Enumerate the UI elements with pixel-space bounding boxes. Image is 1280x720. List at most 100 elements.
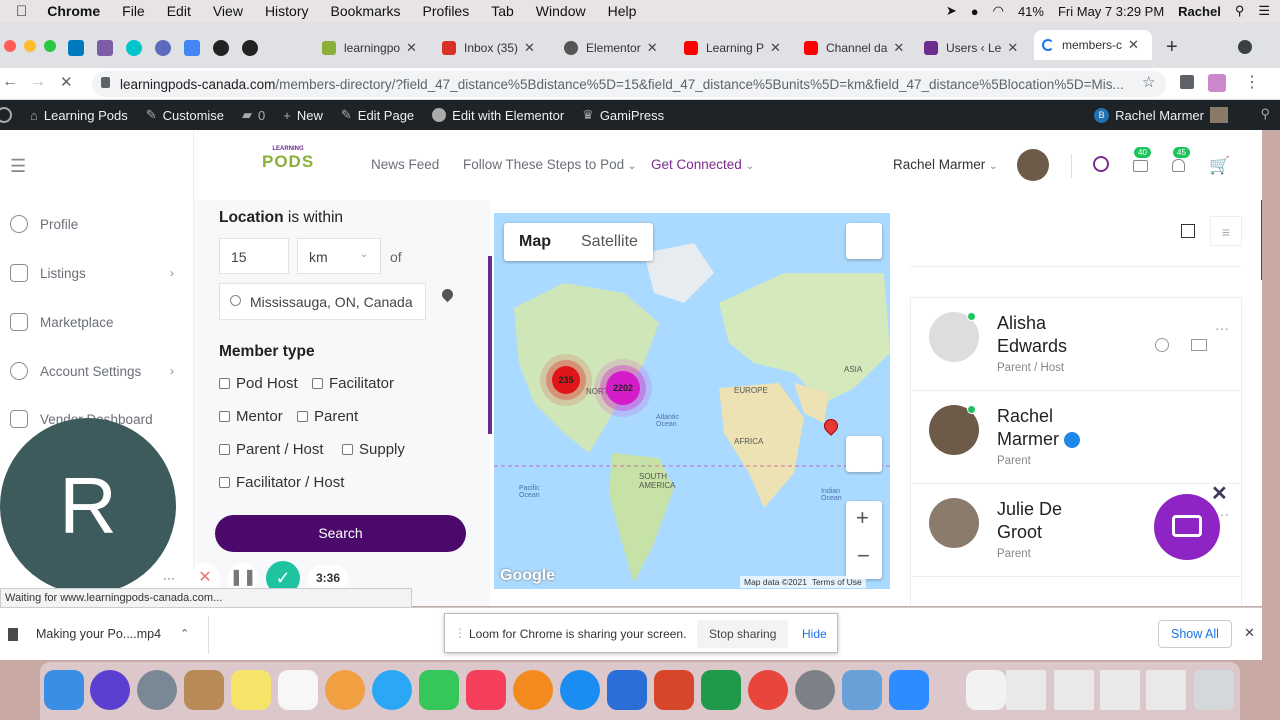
clock[interactable]: Fri May 7 3:29 PM (1058, 4, 1164, 19)
menu-app-name[interactable]: Chrome (47, 3, 100, 19)
street-view-pegman-icon[interactable] (846, 436, 882, 472)
checkbox-box[interactable] (312, 378, 323, 389)
back-arrow-icon[interactable]: ← (2, 73, 18, 91)
chrome-icon[interactable] (748, 670, 788, 710)
new-tab-button[interactable]: + (1166, 36, 1178, 59)
members-map[interactable]: Map Satellite NORTH ASIA EUROPE AFRICA A… (494, 213, 890, 589)
checkbox-supply[interactable]: Supply (342, 441, 405, 458)
menu-edit[interactable]: Edit (167, 3, 191, 19)
reminders-icon[interactable] (278, 670, 318, 710)
checkbox-box[interactable] (219, 477, 230, 488)
google-logo[interactable]: Google (500, 567, 555, 585)
minimize-window-button[interactable] (24, 40, 36, 52)
site-logo[interactable]: LEARNING PODS (262, 146, 314, 186)
pinned-shield2-icon[interactable] (242, 40, 258, 56)
close-tab-icon[interactable]: ✕ (647, 40, 658, 56)
header-avatar[interactable] (1017, 149, 1049, 181)
location-icon[interactable]: ➤ (946, 3, 957, 19)
siri-icon[interactable] (90, 670, 130, 710)
word-window-icon[interactable] (1054, 670, 1094, 710)
tab-learningpods[interactable]: learningpo ✕ (322, 36, 430, 60)
member-name[interactable]: Rachel Marmer (997, 405, 1127, 451)
close-window-button[interactable] (4, 40, 16, 52)
member-avatar[interactable] (929, 498, 979, 548)
pinned-canva-icon[interactable] (126, 40, 142, 56)
word-window3-icon[interactable] (1146, 670, 1186, 710)
bookmark-star-icon[interactable]: ☆ (1142, 73, 1155, 91)
nav-get-connected[interactable]: Get Connected ⌄ (651, 157, 754, 172)
contacts-icon[interactable] (184, 670, 224, 710)
tab-youtube-learning[interactable]: Learning P ✕ (684, 36, 792, 60)
close-download-shelf-icon[interactable]: ✕ (1244, 625, 1255, 641)
notifications-icon[interactable] (1172, 159, 1185, 172)
chevron-up-icon[interactable]: ⌃ (180, 627, 189, 640)
zoom-in-button[interactable]: + (856, 505, 869, 531)
member-card[interactable] (910, 576, 1242, 606)
show-all-button[interactable]: Show All (1158, 620, 1232, 648)
checkbox-parent[interactable]: Parent (297, 408, 358, 425)
facetime-icon[interactable] (419, 670, 459, 710)
fullscreen-icon[interactable] (846, 223, 882, 259)
checkbox-box[interactable] (219, 444, 230, 455)
messages-app-icon[interactable] (372, 670, 412, 710)
stop-sharing-button[interactable]: Stop sharing (697, 620, 789, 648)
microphone-icon[interactable]: ● (971, 4, 979, 19)
hide-share-button[interactable]: Hide (802, 627, 827, 641)
extensions-puzzle-icon[interactable] (1180, 75, 1194, 89)
menu-profiles[interactable]: Profiles (423, 3, 470, 19)
nav-news-feed[interactable]: News Feed (371, 157, 439, 172)
map-tab-satellite[interactable]: Satellite (566, 223, 653, 261)
chrome-menu-icon[interactable]: ⋮ (1244, 72, 1260, 92)
geolocate-pin-icon[interactable] (439, 286, 456, 303)
close-tab-icon[interactable]: ✕ (1128, 37, 1139, 53)
wp-comments[interactable]: ▰ 0 (242, 107, 265, 123)
cart-icon[interactable]: 🛒 (1209, 156, 1230, 176)
checkbox-facilitator-host[interactable]: Facilitator / Host (219, 474, 344, 491)
zoom-icon[interactable] (889, 670, 929, 710)
wp-search-icon[interactable]: ⚲ (1260, 106, 1270, 122)
close-chat-icon[interactable]: ✕ (1211, 481, 1228, 506)
page-scrollbar[interactable] (1261, 200, 1262, 280)
control-center-icon[interactable]: ☰ (1258, 3, 1270, 19)
zoom-out-button[interactable]: − (857, 543, 870, 569)
checkbox-pod-host[interactable]: Pod Host (219, 375, 298, 392)
map-tab-map[interactable]: Map (504, 223, 566, 261)
preview-icon[interactable] (842, 670, 882, 710)
photos-icon[interactable] (325, 670, 365, 710)
header-user-menu[interactable]: Rachel Marmer ⌄ (893, 157, 997, 172)
excel-window-icon[interactable] (1006, 670, 1046, 710)
menu-help[interactable]: Help (608, 3, 637, 19)
tab-users[interactable]: Users ‹ Le ✕ (924, 36, 1032, 60)
checkbox-box[interactable] (219, 378, 230, 389)
pinned-gear-icon[interactable] (155, 40, 171, 56)
units-select[interactable]: km ⌄ (297, 238, 381, 274)
wp-edit-elementor[interactable]: Edit with Elementor (432, 108, 564, 123)
pinned-chart-icon[interactable] (184, 40, 200, 56)
sidebar-item-marketplace[interactable]: Marketplace (0, 307, 194, 337)
checkbox-parent-host[interactable]: Parent / Host (219, 441, 324, 458)
menu-bookmarks[interactable]: Bookmarks (331, 3, 401, 19)
menu-window[interactable]: Window (536, 3, 586, 19)
location-input[interactable]: Mississauga, ON, Canada (219, 283, 426, 320)
tab-search-icon[interactable] (1238, 40, 1252, 54)
sidebar-item-listings[interactable]: Listings › (0, 258, 194, 288)
close-tab-icon[interactable]: ✕ (406, 40, 417, 56)
spotlight-icon[interactable]: ⚲ (1235, 3, 1245, 19)
map-cluster-235[interactable]: 235 (552, 366, 580, 394)
pinned-trello-icon[interactable] (68, 40, 84, 56)
panel-scroll-indicator[interactable] (488, 256, 492, 434)
map-cluster-2202[interactable]: 2202 (606, 371, 640, 405)
tab-elementor[interactable]: Elementor ✕ (564, 36, 672, 60)
forward-arrow-icon[interactable]: → (30, 73, 46, 91)
pinned-shield-icon[interactable] (213, 40, 229, 56)
trash-icon[interactable] (1194, 670, 1234, 710)
checkbox-box[interactable] (219, 411, 230, 422)
wp-customise[interactable]: ✎ Customise (146, 107, 224, 123)
books-icon[interactable] (513, 670, 553, 710)
add-friend-icon[interactable] (1155, 338, 1169, 352)
checkbox-facilitator[interactable]: Facilitator (312, 375, 394, 392)
download-file-name[interactable]: Making your Po....mp4 (36, 627, 161, 641)
music-icon[interactable] (466, 670, 506, 710)
distance-input[interactable]: 15 (219, 238, 289, 274)
excel-icon[interactable] (701, 670, 741, 710)
